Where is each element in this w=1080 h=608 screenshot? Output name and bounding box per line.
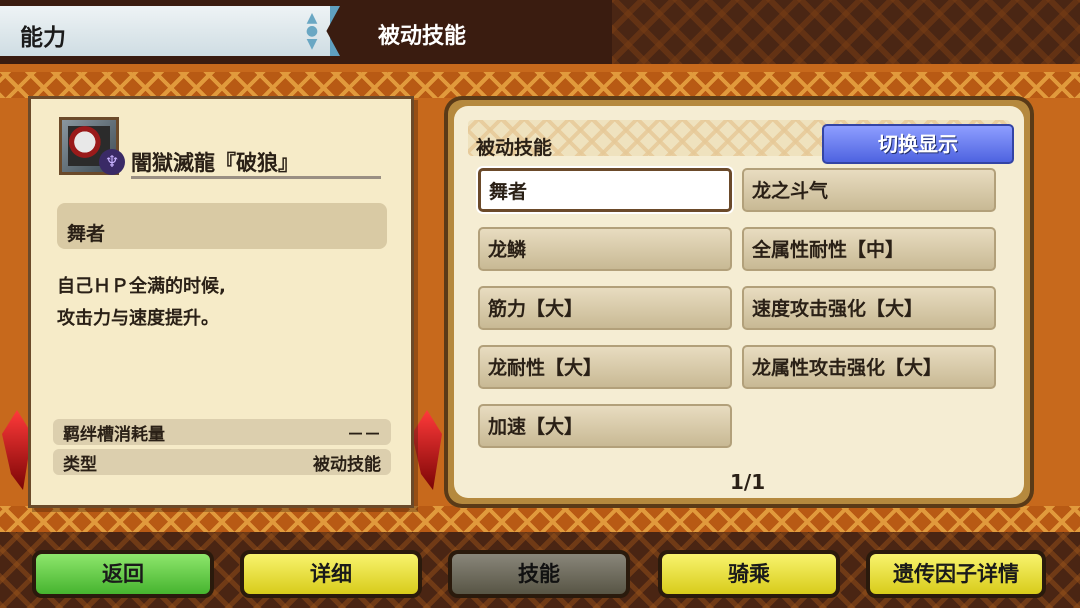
- skill-slot[interactable]: 全属性耐性【中】: [742, 227, 996, 271]
- decor-band-bottom: [0, 506, 1080, 532]
- passive-skill-panel: 被动技能 切换显示 舞者 龙之斗气 龙鳞 全属性耐性【中】 筋力【大】 速度攻击…: [444, 96, 1034, 508]
- chevron-down-icon[interactable]: ▼: [307, 37, 318, 51]
- skill-description-line: 自己ＨＰ全满的时候,: [57, 276, 226, 297]
- decor-band-top: [0, 72, 1080, 98]
- skill-slot[interactable]: 龙之斗气: [742, 168, 996, 212]
- section-selector[interactable]: 能力 ▲ ● ▼: [0, 6, 340, 56]
- passive-skill-panel-inner: 被动技能 切换显示 舞者 龙之斗气 龙鳞 全属性耐性【中】 筋力【大】 速度攻击…: [454, 106, 1024, 498]
- gene-details-button[interactable]: 遗传因子详情: [866, 550, 1046, 598]
- skill-description-line: 攻击力与速度提升。: [57, 308, 219, 329]
- monster-claw-right-decoration: [412, 410, 442, 490]
- section-title: 能力: [20, 25, 66, 51]
- toggle-display-button[interactable]: 切换显示: [822, 124, 1014, 164]
- monster-name: 闇獄滅龍『破狼』: [131, 151, 299, 175]
- skill-slot[interactable]: 筋力【大】: [478, 286, 732, 330]
- stat-value: 被动技能: [313, 454, 381, 475]
- skill-slot[interactable]: 加速【大】: [478, 404, 732, 448]
- skill-slot[interactable]: 龙鳞: [478, 227, 732, 271]
- selected-skill-name-box: 舞者: [57, 203, 387, 249]
- section-arrows[interactable]: ▲ ● ▼: [300, 11, 324, 51]
- stat-label: 羁绊槽消耗量: [63, 424, 165, 445]
- name-divider: [131, 176, 381, 179]
- top-bar: 能力 ▲ ● ▼ 被动技能: [0, 0, 1080, 64]
- skill-slot[interactable]: 龙耐性【大】: [478, 345, 732, 389]
- top-bar-pattern: [612, 0, 1080, 64]
- details-button[interactable]: 详细: [240, 550, 422, 598]
- page-heading: 被动技能: [378, 24, 467, 49]
- skill-slot[interactable]: 龙属性攻击强化【大】: [742, 345, 996, 389]
- dragon-element-icon: ♆: [99, 149, 125, 175]
- stat-row-type: 类型 被动技能: [53, 449, 391, 475]
- riding-button[interactable]: 骑乘: [658, 550, 840, 598]
- page-indicator: 1/1: [730, 470, 766, 494]
- stat-value: －－: [347, 424, 381, 445]
- skill-description: 自己ＨＰ全满的时候, 攻击力与速度提升。: [57, 271, 387, 335]
- back-button[interactable]: 返回: [32, 550, 214, 598]
- skills-button[interactable]: 技能: [448, 550, 630, 598]
- stat-label: 类型: [63, 454, 97, 475]
- selected-skill-name: 舞者: [67, 223, 106, 245]
- skill-slot[interactable]: 舞者: [478, 168, 732, 212]
- stat-row-bond-cost: 羁绊槽消耗量 －－: [53, 419, 391, 445]
- skill-info-card: ♆ 闇獄滅龍『破狼』 舞者 自己ＨＰ全满的时候, 攻击力与速度提升。 羁绊槽消耗…: [28, 96, 414, 508]
- skill-slot[interactable]: 速度攻击强化【大】: [742, 286, 996, 330]
- panel-title: 被动技能: [476, 137, 553, 159]
